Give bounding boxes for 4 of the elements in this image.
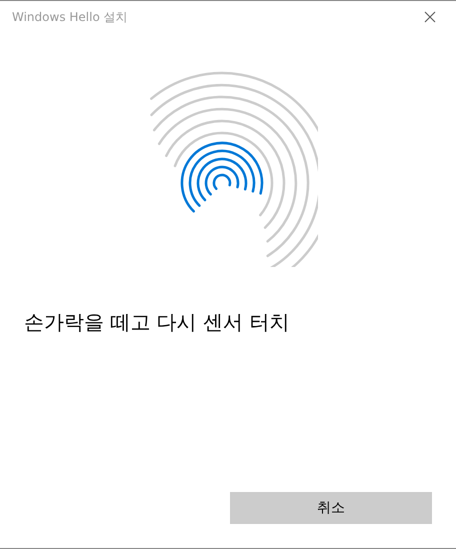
close-icon bbox=[424, 11, 436, 23]
cancel-button[interactable]: 취소 bbox=[230, 492, 432, 524]
window-title: Windows Hello 설치 bbox=[12, 9, 128, 26]
instruction-text: 손가락을 떼고 다시 센서 터치 bbox=[24, 310, 290, 334]
